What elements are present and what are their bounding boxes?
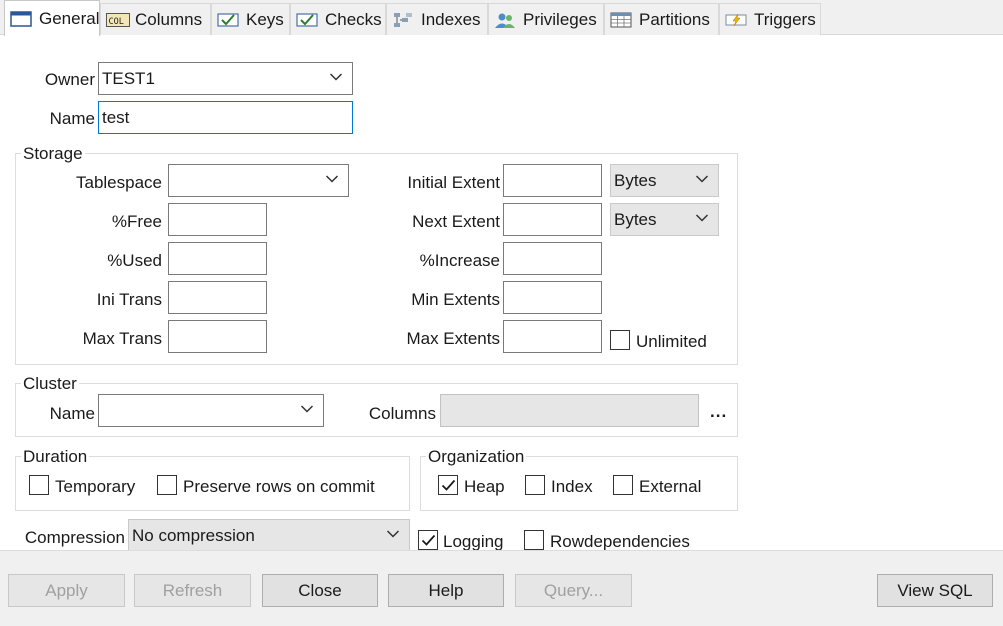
tab-columns[interactable]: COL Columns — [100, 3, 211, 35]
columns-icon: COL — [106, 12, 130, 28]
tablespace-label: Tablespace — [75, 173, 162, 192]
external-label: External — [639, 477, 702, 496]
checkmark-icon — [441, 479, 456, 491]
tab-checks[interactable]: Checks — [290, 3, 386, 35]
keys-check-icon — [217, 12, 239, 28]
rowdependencies-label: Rowdependencies — [550, 532, 690, 551]
lightning-icon — [725, 12, 747, 28]
ini-trans-input[interactable] — [168, 281, 267, 314]
cluster-title: Cluster — [21, 374, 79, 394]
tab-indexes-label: Indexes — [421, 9, 481, 29]
tab-partitions[interactable]: Partitions — [604, 3, 719, 35]
initial-extent-input[interactable] — [503, 164, 602, 197]
compression-value: No compression — [132, 525, 255, 545]
heap-checkbox[interactable] — [438, 475, 458, 495]
increase-label: %Increase — [419, 251, 500, 270]
help-button[interactable]: Help — [388, 574, 504, 607]
chevron-down-icon — [695, 214, 709, 222]
used-input[interactable] — [168, 242, 267, 275]
rowdependencies-checkbox[interactable] — [524, 530, 544, 550]
tab-indexes[interactable]: Indexes — [386, 3, 488, 35]
chevron-down-icon — [300, 405, 314, 413]
increase-input[interactable] — [503, 242, 602, 275]
temporary-label: Temporary — [55, 477, 136, 496]
cluster-columns-input — [440, 394, 699, 427]
preserve-rows-checkbox[interactable] — [157, 475, 177, 495]
duration-title: Duration — [21, 447, 90, 467]
max-extents-label: Max Extents — [406, 329, 500, 348]
cluster-name-combo[interactable] — [98, 394, 324, 427]
logging-label: Logging — [443, 532, 504, 551]
apply-button[interactable]: Apply — [8, 574, 125, 607]
tab-checks-label: Checks — [325, 9, 382, 29]
refresh-button[interactable]: Refresh — [134, 574, 251, 607]
max-trans-label: Max Trans — [82, 329, 162, 348]
tab-general-label: General — [39, 8, 100, 28]
tab-keys[interactable]: Keys — [211, 3, 290, 35]
unlimited-checkbox[interactable] — [610, 330, 630, 350]
indexes-icon — [392, 12, 414, 28]
tab-general[interactable]: General — [4, 0, 100, 36]
name-input[interactable]: test — [98, 101, 353, 134]
max-extents-input[interactable] — [503, 320, 602, 353]
chevron-down-icon — [325, 175, 339, 183]
checkmark-icon — [421, 534, 436, 546]
max-trans-input[interactable] — [168, 320, 267, 353]
min-extents-label: Min Extents — [411, 290, 500, 309]
tab-keys-label: Keys — [246, 9, 284, 29]
tab-partitions-label: Partitions — [639, 9, 710, 29]
grid-icon — [610, 12, 632, 28]
next-extent-input[interactable] — [503, 203, 602, 236]
initial-extent-unit-combo[interactable]: Bytes — [610, 164, 719, 197]
view-sql-button[interactable]: View SQL — [877, 574, 993, 607]
preserve-rows-label: Preserve rows on commit — [183, 477, 375, 496]
name-value: test — [102, 107, 130, 127]
free-input[interactable] — [168, 203, 267, 236]
cluster-name-label: Name — [49, 404, 95, 423]
tab-triggers-label: Triggers — [754, 9, 816, 29]
chevron-down-icon — [329, 73, 343, 81]
owner-combo[interactable]: TEST1 — [98, 62, 353, 95]
compression-combo[interactable]: No compression — [128, 519, 410, 552]
next-extent-unit-combo[interactable]: Bytes — [610, 203, 719, 236]
owner-value: TEST1 — [102, 68, 155, 88]
index-checkbox[interactable] — [525, 475, 545, 495]
users-icon — [494, 12, 516, 28]
external-checkbox[interactable] — [613, 475, 633, 495]
logging-checkbox[interactable] — [418, 530, 438, 550]
tab-bar: General COL Columns Keys Checks Indexes … — [0, 0, 1003, 36]
unlimited-label: Unlimited — [636, 332, 707, 351]
chevron-down-icon — [695, 175, 709, 183]
next-extent-label: Next Extent — [412, 212, 500, 231]
tab-privileges-label: Privileges — [523, 9, 597, 29]
table-icon — [10, 10, 32, 27]
tablespace-combo[interactable] — [168, 164, 349, 197]
initial-extent-label: Initial Extent — [407, 173, 500, 192]
cluster-columns-browse-button[interactable]: ... — [710, 402, 727, 422]
query-button[interactable]: Query... — [515, 574, 632, 607]
close-button[interactable]: Close — [262, 574, 378, 607]
owner-label: Owner — [44, 70, 95, 89]
free-label: %Free — [111, 212, 162, 231]
heap-label: Heap — [464, 477, 505, 496]
tab-privileges[interactable]: Privileges — [488, 3, 604, 35]
organization-title: Organization — [426, 447, 527, 467]
checks-icon — [296, 12, 318, 28]
storage-title: Storage — [21, 144, 85, 164]
min-extents-input[interactable] — [503, 281, 602, 314]
tab-triggers[interactable]: Triggers — [719, 3, 821, 35]
svg-text:COL: COL — [109, 17, 124, 27]
chevron-down-icon — [386, 530, 400, 538]
tab-columns-label: Columns — [135, 9, 203, 29]
compression-label: Compression — [24, 528, 125, 547]
used-label: %Used — [107, 251, 162, 270]
temporary-checkbox[interactable] — [29, 475, 49, 495]
cluster-columns-label: Columns — [368, 404, 436, 423]
name-label: Name — [49, 109, 95, 128]
index-label: Index — [551, 477, 593, 496]
ini-trans-label: Ini Trans — [96, 290, 162, 309]
